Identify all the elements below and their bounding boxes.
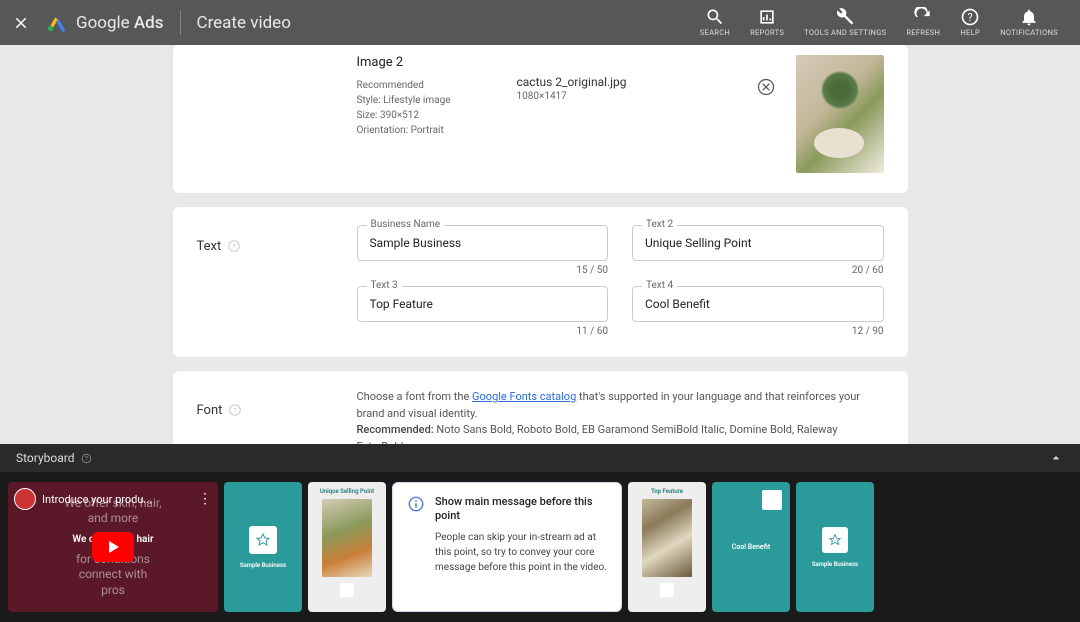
business-name-field: Business Name 15 / 50 xyxy=(357,225,609,276)
text3-field: Text 3 11 / 60 xyxy=(357,286,609,337)
nav-notifications[interactable]: NOTIFICATIONS xyxy=(990,7,1068,37)
text2-input[interactable] xyxy=(632,225,884,261)
close-icon[interactable] xyxy=(12,14,30,32)
svg-text:?: ? xyxy=(86,455,89,462)
help-icon: ? xyxy=(960,7,980,27)
refresh-icon xyxy=(913,7,933,27)
wrench-icon xyxy=(835,7,855,27)
business-logo-icon xyxy=(249,526,277,554)
page-title: Create video xyxy=(197,13,291,33)
storyboard-frame-video[interactable]: Introduce your produ... ⋮ We offer skin,… xyxy=(8,482,218,612)
text3-input[interactable] xyxy=(357,286,609,322)
search-icon xyxy=(705,7,725,27)
text3-counter: 11 / 60 xyxy=(357,326,609,337)
nav-reports[interactable]: REPORTS xyxy=(740,7,794,37)
chart-icon xyxy=(757,7,777,27)
storyboard-frame-usp[interactable]: Unique Selling Point xyxy=(308,482,386,612)
business-name-input[interactable] xyxy=(357,225,609,261)
nav-refresh[interactable]: REFRESH xyxy=(896,7,950,37)
skip-message-title: Show main message before this point xyxy=(435,495,607,524)
usp-image xyxy=(322,499,372,577)
play-button[interactable] xyxy=(92,532,134,562)
storyboard-label: Storyboard xyxy=(16,451,74,465)
close-circle-icon xyxy=(756,77,776,97)
storyboard-skip-message: Show main message before this point Peop… xyxy=(392,482,622,612)
text4-field: Text 4 12 / 90 xyxy=(632,286,884,337)
svg-text:?: ? xyxy=(234,406,237,414)
help-icon[interactable]: ? xyxy=(227,239,241,253)
end-logo-icon xyxy=(822,527,848,553)
text4-counter: 12 / 90 xyxy=(632,326,884,337)
storyboard-panel: Storyboard ? Introduce your produ... ⋮ W… xyxy=(0,444,1080,622)
help-icon[interactable]: ? xyxy=(80,452,93,465)
nav-search[interactable]: SEARCH xyxy=(690,7,740,37)
more-icon[interactable]: ⋮ xyxy=(198,491,212,507)
storyboard-frame-benefit[interactable]: Cool Benefit xyxy=(712,482,790,612)
text4-input[interactable] xyxy=(632,286,884,322)
image2-thumbnail[interactable] xyxy=(796,55,884,173)
channel-avatar-icon xyxy=(14,488,36,510)
image2-filename: cactus 2_original.jpg xyxy=(517,75,756,89)
nav-help[interactable]: ? HELP xyxy=(950,7,990,37)
storyboard-frame-end[interactable]: Sample Business xyxy=(796,482,874,612)
image2-meta: Recommended Style: Lifestyle image Size:… xyxy=(357,78,517,138)
skip-message-body: People can skip your in-stream ad at thi… xyxy=(435,530,607,575)
text-card: Text ? Business Name 15 / 50 Text 2 20 /… xyxy=(173,207,908,357)
image2-card: Image 2 Recommended Style: Lifestyle ima… xyxy=(173,45,908,193)
bell-icon xyxy=(1019,7,1039,27)
benefit-logo-icon xyxy=(762,490,782,510)
google-fonts-link[interactable]: Google Fonts catalog xyxy=(472,390,576,403)
info-icon xyxy=(407,495,425,513)
brand-label: Google Ads xyxy=(76,13,164,33)
storyboard-header[interactable]: Storyboard ? xyxy=(0,444,1080,472)
divider xyxy=(180,11,181,35)
svg-text:?: ? xyxy=(968,12,973,25)
svg-text:?: ? xyxy=(233,242,236,250)
storyboard-frame-feature[interactable]: Top Feature xyxy=(628,482,706,612)
nav-tools[interactable]: TOOLS AND SETTINGS xyxy=(794,7,896,37)
google-ads-logo-icon xyxy=(46,12,68,34)
feature-image xyxy=(642,499,692,577)
image2-dimensions: 1080×1417 xyxy=(517,91,756,102)
chevron-up-icon[interactable] xyxy=(1048,450,1064,466)
storyboard-frame-logo[interactable]: Sample Business xyxy=(224,482,302,612)
top-bar: Google Ads Create video SEARCH REPORTS T… xyxy=(0,0,1080,45)
video-title: Introduce your produ... xyxy=(42,493,192,506)
help-icon[interactable]: ? xyxy=(228,403,242,417)
usp-logo-icon xyxy=(340,583,354,597)
image2-title: Image 2 xyxy=(357,55,517,70)
remove-image-button[interactable] xyxy=(756,77,776,97)
business-name-counter: 15 / 50 xyxy=(357,265,609,276)
text2-counter: 20 / 60 xyxy=(632,265,884,276)
storyboard-frames: Introduce your produ... ⋮ We offer skin,… xyxy=(0,472,1080,622)
feature-logo-icon xyxy=(660,583,674,597)
text2-field: Text 2 20 / 60 xyxy=(632,225,884,276)
text-section-label: Text ? xyxy=(197,225,357,337)
